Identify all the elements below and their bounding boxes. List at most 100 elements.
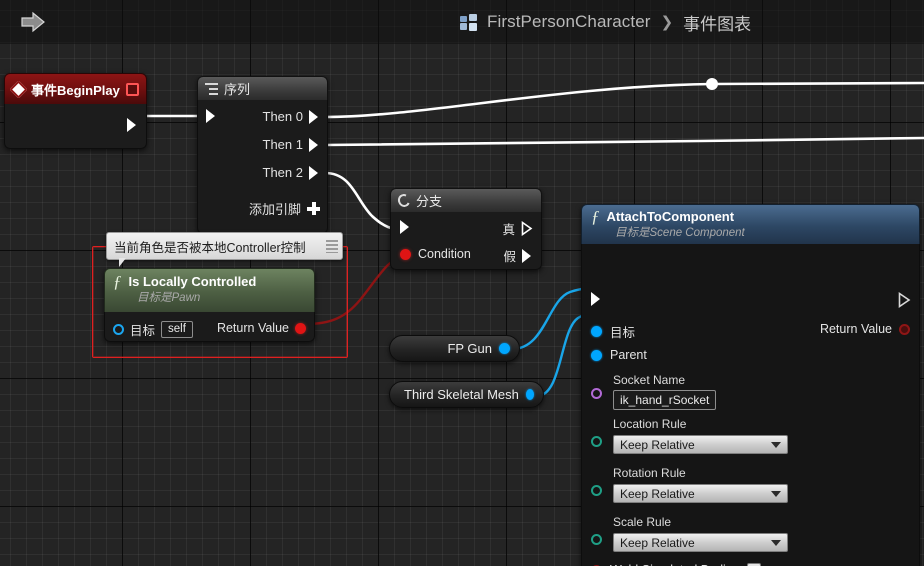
add-pin-label: 添加引脚 xyxy=(248,202,301,217)
pin-label: 目标 xyxy=(130,324,156,338)
socket-name-input[interactable]: ik_hand_rSocket xyxy=(613,390,717,410)
branch-condition-input[interactable]: Condition xyxy=(400,247,471,261)
rotation-rule-field[interactable]: Rotation Rule Keep Relative xyxy=(613,466,788,503)
node-header: 事件BeginPlay xyxy=(4,73,147,104)
name-pin[interactable] xyxy=(591,388,602,399)
breadcrumb-graph-name[interactable]: 事件图表 xyxy=(683,10,751,35)
location-rule-dropdown[interactable]: Keep Relative xyxy=(613,435,788,454)
node-body: 目标 self Return Value xyxy=(104,312,315,342)
field-label: Socket Name xyxy=(613,373,686,387)
sequence-output-then-2[interactable]: Then 2 xyxy=(263,165,320,180)
exec-out-pin[interactable] xyxy=(309,165,320,180)
resize-grip-icon[interactable] xyxy=(326,239,338,253)
location-rule-field[interactable]: Location Rule Keep Relative xyxy=(613,417,788,454)
bool-pin[interactable] xyxy=(295,322,306,334)
node-sequence[interactable]: 序列 Then 0 Then 1 Then 2 添加引脚 xyxy=(197,76,328,234)
exec-out-pin[interactable] xyxy=(127,118,138,132)
exec-in-pin[interactable] xyxy=(400,220,411,234)
target-self-value[interactable]: self xyxy=(161,321,193,338)
field-label: Scale Rule xyxy=(613,515,672,529)
node-comment-bubble[interactable]: 当前角色是否被本地Controller控制 xyxy=(106,232,343,267)
pin-label: 假 xyxy=(503,250,516,264)
field-label: Location Rule xyxy=(613,417,687,431)
chevron-right-icon: ❯ xyxy=(660,14,674,31)
variable-label: Third Skeletal Mesh xyxy=(404,387,519,402)
event-diamond-icon xyxy=(9,79,28,99)
branch-icon xyxy=(396,192,412,209)
chevron-down-icon[interactable] xyxy=(771,490,781,497)
plus-icon[interactable] xyxy=(307,202,320,215)
object-pin[interactable] xyxy=(591,349,602,361)
socket-name-field[interactable]: Socket Name ik_hand_rSocket xyxy=(613,373,717,410)
sequence-icon xyxy=(205,82,218,95)
node-title: Is Locally Controlled xyxy=(128,274,257,289)
dropdown-value: Keep Relative xyxy=(620,437,695,452)
pin-label: Then 1 xyxy=(262,137,303,152)
blueprint-graph-canvas[interactable]: FirstPersonCharacter ❯ 事件图表 事件BeginPlay xyxy=(0,0,924,566)
comment-text: 当前角色是否被本地Controller控制 xyxy=(114,240,306,255)
breadcrumb-blueprint-name[interactable]: FirstPersonCharacter xyxy=(487,12,651,32)
exec-out-pin[interactable] xyxy=(309,137,320,152)
return-value-output[interactable]: Return Value xyxy=(820,322,910,336)
node-subtitle: 目标是Scene Component xyxy=(615,227,745,239)
back-arrow-icon[interactable] xyxy=(20,11,46,33)
node-variable-third-skeletal-mesh[interactable]: Third Skeletal Mesh xyxy=(389,381,544,408)
target-input[interactable]: 目标 xyxy=(591,322,635,341)
field-label: Rotation Rule xyxy=(613,466,686,480)
comment-tail xyxy=(119,258,126,267)
node-title: 序列 xyxy=(224,82,251,97)
node-attach-to-component[interactable]: ƒ AttachToComponent 目标是Scene Component 目… xyxy=(581,204,920,566)
event-stop-icon[interactable] xyxy=(126,82,139,96)
rotation-rule-dropdown[interactable]: Keep Relative xyxy=(613,484,788,503)
add-pin-button[interactable]: 添加引脚 xyxy=(249,199,320,218)
node-body: Condition 真 假 xyxy=(390,212,542,270)
node-body xyxy=(4,104,147,149)
node-subtitle: 目标是Pawn xyxy=(137,292,201,304)
enum-pin[interactable] xyxy=(591,534,602,545)
target-input[interactable]: 目标 self xyxy=(113,320,193,339)
breadcrumb: FirstPersonCharacter ❯ 事件图表 xyxy=(460,9,751,35)
object-pin[interactable] xyxy=(113,324,124,335)
sequence-output-then-1[interactable]: Then 1 xyxy=(263,137,320,152)
chevron-down-icon[interactable] xyxy=(771,539,781,546)
chevron-down-icon[interactable] xyxy=(771,441,781,448)
dropdown-value: Keep Relative xyxy=(620,486,695,501)
exec-out-pin[interactable] xyxy=(309,109,320,124)
node-header: ƒ Is Locally Controlled 目标是Pawn xyxy=(104,268,315,312)
variable-label: FP Gun xyxy=(447,341,492,356)
parent-input[interactable]: Parent xyxy=(591,348,647,362)
exec-in-pin[interactable] xyxy=(591,292,602,306)
node-title: 分支 xyxy=(416,194,443,209)
enum-pin[interactable] xyxy=(591,436,602,447)
dropdown-value: Keep Relative xyxy=(620,535,695,550)
node-header: ƒ AttachToComponent 目标是Scene Component xyxy=(581,204,920,244)
node-title: AttachToComponent xyxy=(606,209,735,224)
bool-pin[interactable] xyxy=(899,323,910,335)
object-pin[interactable] xyxy=(499,343,510,354)
node-header: 序列 xyxy=(197,76,328,100)
exec-out-pin[interactable] xyxy=(521,221,533,236)
exec-in-pin[interactable] xyxy=(206,109,217,123)
sequence-output-then-0[interactable]: Then 0 xyxy=(263,109,320,124)
pin-label: Then 0 xyxy=(262,109,303,124)
bool-pin[interactable] xyxy=(400,248,411,260)
node-event-begin-play[interactable]: 事件BeginPlay xyxy=(4,73,147,149)
object-pin[interactable] xyxy=(591,326,602,337)
node-is-locally-controlled[interactable]: ƒ Is Locally Controlled 目标是Pawn 目标 self … xyxy=(104,268,315,342)
node-header: 分支 xyxy=(390,188,542,212)
node-variable-fp-gun[interactable]: FP Gun xyxy=(389,335,520,362)
scale-rule-field[interactable]: Scale Rule Keep Relative xyxy=(613,515,788,552)
node-branch[interactable]: 分支 Condition 真 假 xyxy=(390,188,542,270)
node-body: Then 0 Then 1 Then 2 添加引脚 xyxy=(197,100,328,234)
object-pin[interactable] xyxy=(525,389,534,400)
exec-out-pin[interactable] xyxy=(898,292,911,308)
node-body: 目标 Return Value Parent Socket Name ik_ha… xyxy=(581,244,920,566)
exec-out-pin[interactable] xyxy=(522,248,533,263)
pin-label: Then 2 xyxy=(262,165,303,180)
blueprint-icon xyxy=(460,13,478,31)
return-value-output[interactable]: Return Value xyxy=(217,321,306,335)
enum-pin[interactable] xyxy=(591,485,602,496)
branch-output-false[interactable]: 假 xyxy=(503,246,533,265)
branch-output-true[interactable]: 真 xyxy=(502,219,533,238)
scale-rule-dropdown[interactable]: Keep Relative xyxy=(613,533,788,552)
